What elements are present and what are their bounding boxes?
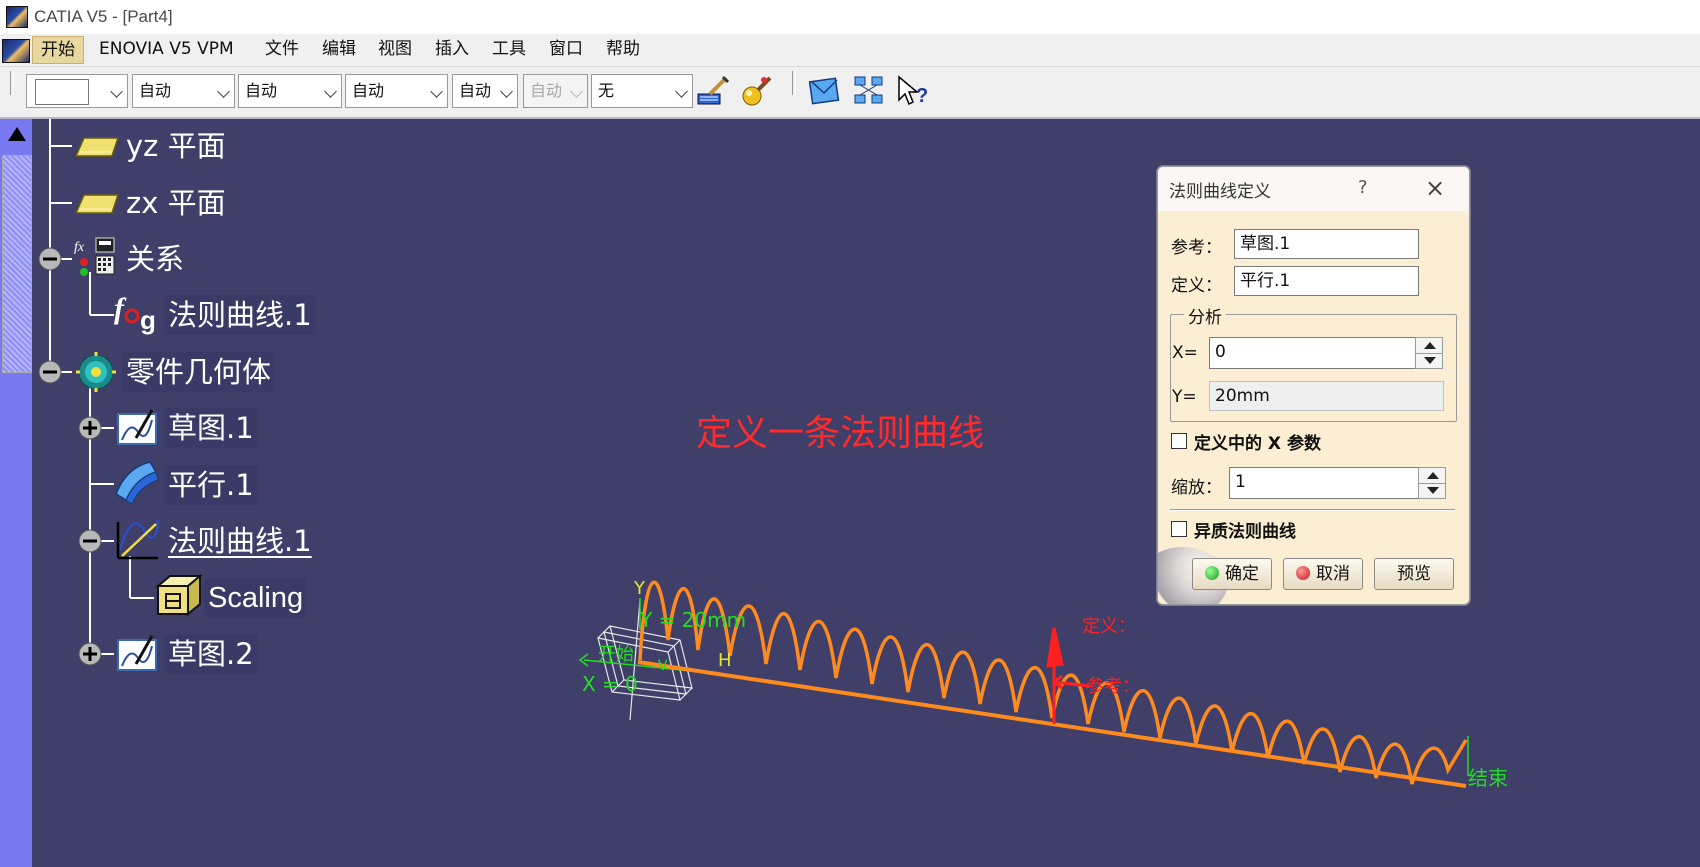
tree-item-relations[interactable]: 关系 — [122, 239, 188, 279]
tree-item-law-curve-1[interactable]: 法则曲线.1 — [164, 521, 316, 561]
spin-up-icon[interactable] — [1424, 342, 1436, 349]
law-curve-icon — [116, 519, 159, 560]
spin-down-icon[interactable] — [1427, 487, 1439, 494]
relations-icon: fx — [74, 237, 115, 276]
definition-annotation: 定义： — [1082, 616, 1136, 637]
analysis-legend: 分析 — [1184, 303, 1226, 328]
sketch-icon — [117, 635, 157, 671]
dialog-titlebar[interactable]: 法则曲线定义 ? × — [1158, 167, 1469, 211]
svg-text:fx: fx — [74, 240, 85, 255]
heterogeneous-checkbox[interactable] — [1171, 521, 1187, 537]
tree-item-sketch-2[interactable]: 草图.2 — [164, 634, 258, 674]
y-axis-label: Y — [634, 578, 645, 599]
collapse-relations-icon — [38, 247, 62, 271]
tree-item-law-formula[interactable]: 法则曲线.1 — [164, 295, 316, 335]
h-axis-label: H — [718, 650, 732, 671]
collapse-law-curve-icon — [78, 529, 102, 553]
tree-item-parallel-1[interactable]: 平行.1 — [164, 465, 258, 505]
ok-button[interactable]: 确定 — [1192, 558, 1272, 590]
tree-item-sketch-1[interactable]: 草图.1 — [164, 408, 258, 448]
reference-label: 参考： — [1171, 238, 1222, 258]
annotation-title: 定义一条法则曲线 — [696, 413, 985, 454]
cancel-button[interactable]: 取消 — [1283, 558, 1363, 590]
x-label: X= — [1172, 343, 1198, 363]
x-value-spinner[interactable] — [1415, 337, 1443, 369]
tree-item-zx-plane[interactable]: zx 平面 — [122, 183, 230, 223]
dialog-separator — [1170, 509, 1455, 511]
start-label: 开始 — [598, 644, 634, 665]
help-icon[interactable]: ? — [1358, 177, 1368, 198]
plane-icon — [74, 137, 120, 157]
definition-label: 定义： — [1171, 276, 1222, 296]
end-label: 结束 — [1468, 766, 1508, 790]
svg-text:g: g — [140, 305, 156, 335]
x-value-field[interactable]: 0 — [1209, 337, 1416, 369]
spin-up-icon[interactable] — [1427, 472, 1439, 479]
v-axis-label: V — [658, 658, 668, 674]
plane-icon — [74, 194, 120, 214]
reference-field[interactable]: 草图.1 — [1234, 229, 1419, 259]
law-curve-definition-dialog: 法则曲线定义 ? × 参考： 草图.1 定义： 平行.1 分析 X= 0 Y= … — [1157, 166, 1470, 605]
scale-field[interactable]: 1 — [1229, 467, 1419, 499]
law-formula-icon: f g — [114, 292, 156, 335]
expand-sketch1-icon — [78, 416, 102, 440]
spin-down-icon[interactable] — [1424, 357, 1436, 364]
expand-sketch2-icon — [78, 642, 102, 666]
scale-spinner[interactable] — [1418, 467, 1446, 499]
sketch-icon — [117, 409, 157, 445]
definition-field[interactable]: 平行.1 — [1234, 266, 1419, 296]
x-value-label: X = 0 — [582, 672, 638, 696]
scale-label: 缩放： — [1171, 478, 1222, 498]
y-label: Y= — [1172, 387, 1197, 407]
scaling-icon — [155, 573, 203, 617]
collapse-part-body-icon — [38, 360, 62, 384]
preview-button[interactable]: 预览 — [1374, 558, 1454, 590]
tree-toggle-nodes — [38, 247, 102, 666]
reference-annotation: 参考： — [1086, 676, 1140, 697]
part-body-icon — [76, 352, 116, 392]
parallel-surface-icon — [115, 461, 159, 505]
close-icon[interactable]: × — [1420, 173, 1450, 203]
ok-icon — [1205, 566, 1219, 580]
dialog-title: 法则曲线定义 — [1169, 182, 1271, 202]
x-param-label: 定义中的 X 参数 — [1194, 434, 1321, 454]
cancel-icon — [1296, 566, 1310, 580]
tree-item-scaling[interactable]: Scaling — [204, 578, 308, 618]
y-value-label: Y = 20mm — [640, 608, 747, 632]
x-param-checkbox[interactable] — [1171, 433, 1187, 449]
svg-text:f: f — [114, 292, 127, 325]
y-value-field: 20mm — [1209, 381, 1444, 411]
heterogeneous-label: 异质法则曲线 — [1194, 522, 1296, 542]
tree-item-part-body[interactable]: 零件几何体 — [122, 352, 276, 392]
tree-item-yz-plane[interactable]: yz 平面 — [122, 126, 230, 166]
